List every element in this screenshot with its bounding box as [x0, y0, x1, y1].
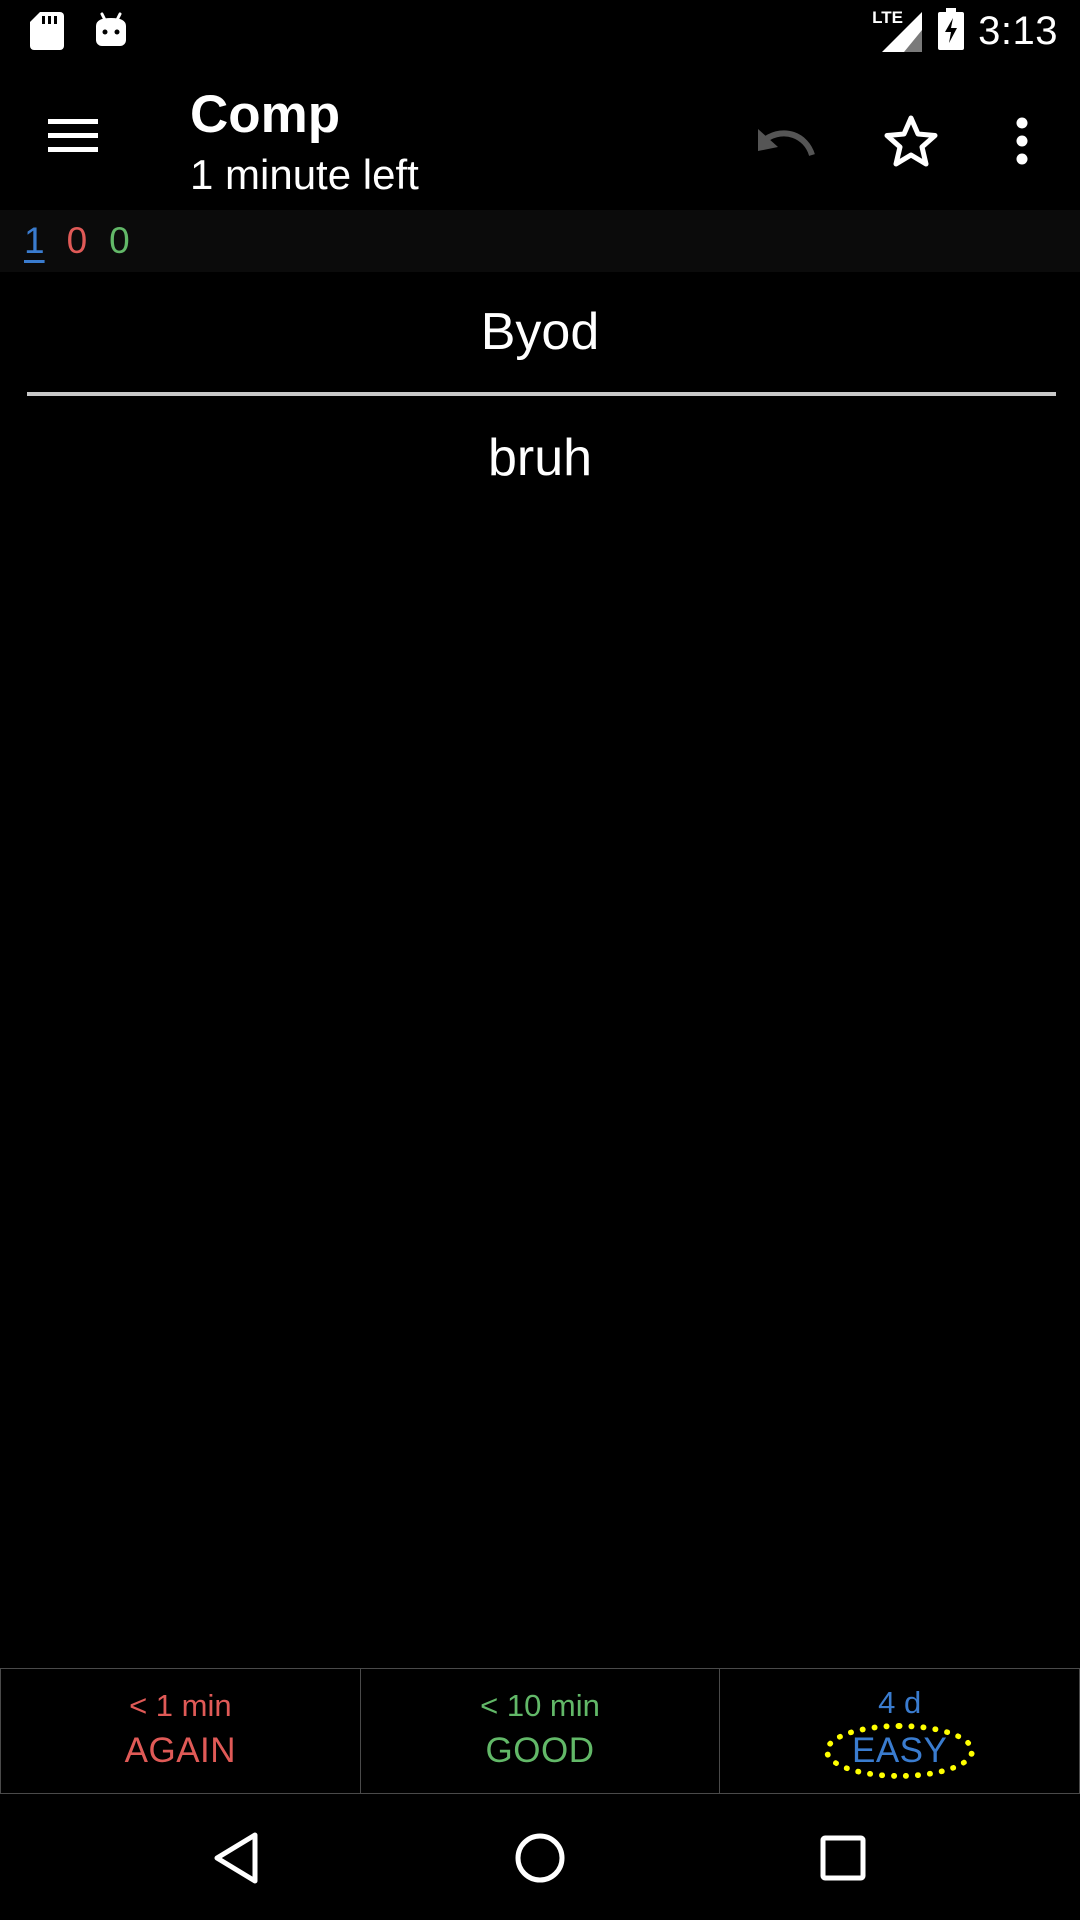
easy-label: EASY: [823, 1723, 976, 1779]
network-type-label: LTE: [872, 7, 903, 27]
time-remaining: 1 minute left: [190, 151, 419, 198]
again-label: AGAIN: [124, 1731, 237, 1770]
notification-icons: [30, 12, 128, 55]
status-clock: 3:13: [978, 9, 1058, 53]
navigation-drawer-button[interactable]: [34, 105, 112, 165]
title-block: Comp 1 minute left: [190, 83, 419, 203]
more-vert-icon: [1012, 115, 1032, 172]
back-button[interactable]: [197, 1820, 277, 1900]
back-icon: [213, 1831, 261, 1890]
review-count: 0: [109, 220, 130, 261]
recents-icon: [819, 1834, 867, 1887]
undo-icon: [754, 121, 818, 166]
answer-buttons: < 1 min AGAIN < 10 min GOOD 4 d EASY: [0, 1668, 1080, 1794]
battery-charging-icon: [938, 8, 965, 55]
mark-card-button[interactable]: [871, 103, 951, 183]
card-counts: 1 0 0: [0, 210, 1080, 272]
system-icons: LTE 3:13: [872, 8, 1058, 55]
more-options-button[interactable]: [982, 103, 1062, 183]
menu-icon: [34, 119, 112, 169]
card-back-text: bruh: [487, 429, 593, 487]
again-interval: < 1 min: [129, 1688, 232, 1723]
home-icon: [513, 1831, 567, 1890]
android-icon: [94, 12, 128, 55]
undo-button[interactable]: [746, 103, 826, 183]
deck-title: Comp: [190, 85, 341, 144]
status-bar: LTE 3:13: [0, 0, 1080, 63]
learning-count: 0: [66, 220, 88, 261]
good-interval: < 10 min: [480, 1688, 600, 1723]
app-screen: LTE 3:13 Comp 1 minute left 1 0 0 Byod b…: [0, 0, 1080, 1920]
good-label: GOOD: [485, 1731, 595, 1770]
star-icon: [883, 114, 939, 173]
card-front-text: Byod: [480, 303, 600, 361]
toolbar: Comp 1 minute left: [0, 63, 1080, 210]
home-button[interactable]: [500, 1820, 580, 1900]
signal-icon: LTE: [872, 8, 924, 54]
answer-divider: [27, 392, 1056, 396]
flashcard[interactable]: Byod bruh: [0, 272, 1080, 490]
again-button[interactable]: < 1 min AGAIN: [0, 1669, 360, 1793]
system-navigation-bar: [0, 1794, 1080, 1920]
easy-interval: 4 d: [878, 1685, 922, 1720]
new-count: 1: [24, 220, 45, 261]
sd-card-icon: [30, 12, 64, 55]
easy-button[interactable]: 4 d EASY: [719, 1669, 1080, 1793]
good-button[interactable]: < 10 min GOOD: [359, 1669, 720, 1793]
recents-button[interactable]: [803, 1820, 883, 1900]
